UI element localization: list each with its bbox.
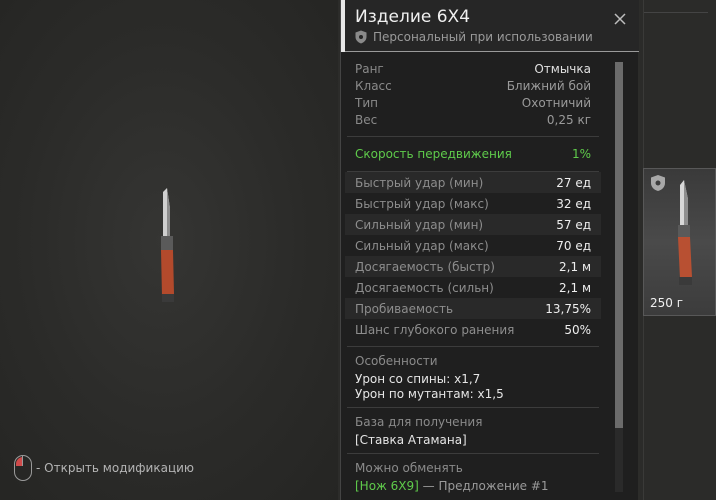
rank-row: Ранг Отмычка: [345, 60, 601, 77]
stat-value: 50%: [564, 322, 591, 337]
shield-icon: [651, 175, 665, 191]
shield-icon: [355, 30, 367, 44]
features-title: Особенности: [355, 354, 438, 368]
tooltip-header: Изделие 6Х4 Персональный при использован…: [341, 0, 639, 52]
class-row: Класс Ближний бой: [345, 77, 601, 94]
tooltip-scrollbar[interactable]: [615, 62, 623, 492]
stat-value: 2,1 м: [559, 259, 591, 274]
stat-row: Досягаемость (быстр) 2,1 м: [345, 256, 601, 277]
feature-line: Урон по мутантам: x1,5: [355, 387, 504, 401]
stat-value: 13,75%: [545, 301, 591, 316]
exchange-offer: — Предложение #1: [418, 479, 549, 493]
stat-row: Быстрый удар (макс) 32 ед: [345, 193, 601, 214]
weight-value: 0,25 кг: [546, 112, 591, 127]
stat-row: Пробиваемость 13,75%: [345, 298, 601, 319]
knife-icon: [678, 180, 692, 285]
class-label: Класс: [355, 78, 392, 93]
rank-value: Отмычка: [534, 61, 591, 76]
source-title: База для получения: [355, 415, 483, 429]
stat-value: 32 ед: [556, 196, 591, 211]
tooltip-body: Ранг Отмычка Класс Ближний бой Тип Охотн…: [345, 53, 601, 500]
features-section: Особенности Урон со спины: x1,7 Урон по …: [345, 347, 601, 407]
rank-label: Ранг: [355, 61, 384, 76]
source-value: [Ставка Атамана]: [355, 433, 467, 447]
stat-value: 27 ед: [556, 175, 591, 190]
stat-value: 2,1 м: [559, 280, 591, 295]
exchange-section: Можно обменять [Нож 6Х9] — Предложение #…: [345, 454, 601, 499]
scrollbar-thumb[interactable]: [615, 62, 623, 428]
speed-label: Скорость передвижения: [355, 147, 512, 161]
stat-label: Сильный удар (мин): [355, 217, 484, 232]
feature-line: Урон со спины: x1,7: [355, 372, 481, 386]
stat-value: 70 ед: [556, 238, 591, 253]
close-icon[interactable]: [613, 12, 627, 26]
stat-label: Быстрый удар (макс): [355, 196, 489, 211]
weight-row: Вес 0,25 кг: [345, 111, 601, 128]
item-title: Изделие 6Х4: [355, 7, 471, 27]
exchange-item-link[interactable]: [Нож 6Х9]: [355, 479, 419, 493]
stat-row: Сильный удар (мин) 57 ед: [345, 214, 601, 235]
exchange-title: Можно обменять: [355, 461, 463, 475]
hint-text: - Открыть модификацию: [36, 461, 195, 475]
stat-label: Быстрый удар (мин): [355, 175, 484, 190]
inventory-item-card[interactable]: 250 г: [643, 168, 716, 316]
header-accent: [341, 0, 345, 52]
binding-info: Персональный при использовании: [355, 30, 593, 44]
knife-preview-image: [161, 188, 174, 302]
stat-row: Шанс глубокого ранения 50%: [345, 319, 601, 340]
stats-list: Быстрый удар (мин) 27 ед Быстрый удар (м…: [345, 172, 601, 340]
binding-text: Персональный при использовании: [373, 30, 593, 44]
stat-row: Досягаемость (сильн) 2,1 м: [345, 277, 601, 298]
stat-label: Пробиваемость: [355, 301, 454, 316]
item-preview-panel: - Открыть модификацию: [0, 0, 338, 500]
stat-label: Сильный удар (макс): [355, 238, 489, 253]
type-row: Тип Охотничий: [345, 94, 601, 111]
weight-label: Вес: [355, 112, 378, 127]
stat-value: 57 ед: [556, 217, 591, 232]
item-tooltip: Изделие 6Х4 Персональный при использован…: [340, 0, 639, 500]
item-weight-label: 250 г: [650, 296, 684, 310]
speed-value: 1%: [571, 147, 591, 161]
divider: [644, 12, 708, 13]
speed-row: Скорость передвижения 1%: [345, 137, 601, 171]
type-value: Охотничий: [521, 95, 591, 110]
exchange-line: [Нож 6Х9] — Предложение #1: [355, 479, 591, 494]
type-label: Тип: [355, 95, 378, 110]
source-section: База для получения [Ставка Атамана]: [345, 408, 601, 453]
stat-label: Досягаемость (быстр): [355, 259, 495, 274]
open-modification-hint[interactable]: - Открыть модификацию: [14, 455, 194, 481]
stat-label: Досягаемость (сильн): [355, 280, 494, 295]
mouse-icon: [14, 455, 32, 481]
class-value: Ближний бой: [506, 78, 591, 93]
stat-row: Быстрый удар (мин) 27 ед: [345, 172, 601, 193]
stat-label: Шанс глубокого ранения: [355, 322, 515, 337]
stat-row: Сильный удар (макс) 70 ед: [345, 235, 601, 256]
